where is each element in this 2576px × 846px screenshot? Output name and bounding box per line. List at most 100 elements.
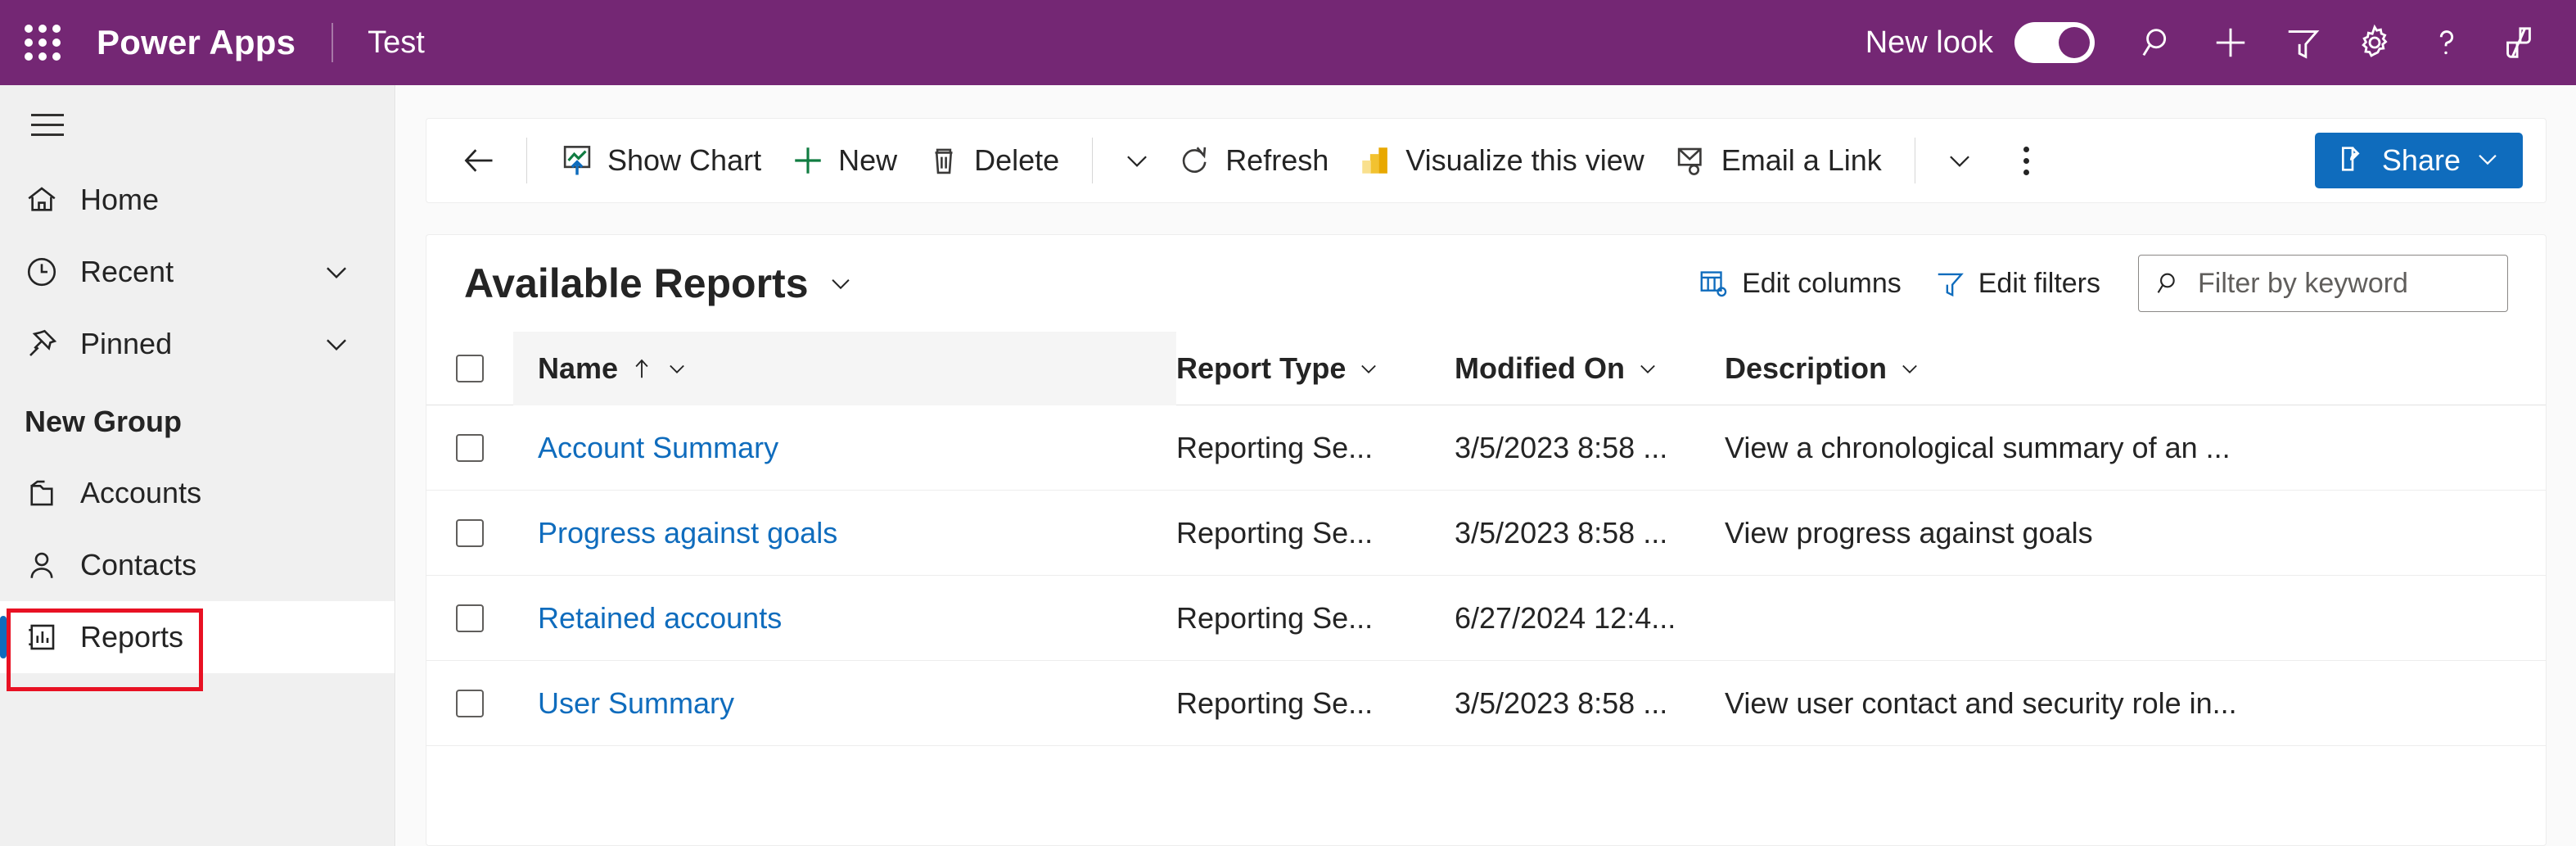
- row-checkbox[interactable]: [456, 434, 484, 462]
- row-checkbox[interactable]: [456, 690, 484, 717]
- sidebar-item-label: Contacts: [80, 548, 196, 582]
- sidebar-item-home[interactable]: Home: [0, 164, 395, 236]
- show-chart-button[interactable]: Show Chart: [545, 129, 776, 192]
- chevron-down-icon[interactable]: [321, 256, 352, 287]
- chevron-down-icon: [665, 357, 688, 380]
- help-button[interactable]: [2411, 7, 2483, 79]
- visualize-this-view-button[interactable]: Visualize this view: [1343, 129, 1658, 192]
- column-header-report-type[interactable]: Report Type: [1176, 332, 1455, 405]
- show-chart-label: Show Chart: [607, 143, 761, 178]
- cell-modified-on: 3/5/2023 8:58 ...: [1455, 431, 1725, 465]
- chevron-down-icon: [1121, 145, 1153, 176]
- command-divider: [526, 138, 527, 183]
- delete-button[interactable]: Delete: [912, 129, 1074, 192]
- sidebar-item-pinned[interactable]: Pinned: [0, 308, 395, 380]
- delete-overflow-chevron[interactable]: [1111, 132, 1163, 189]
- sidebar-item-label: Recent: [80, 255, 174, 289]
- report-name-link[interactable]: User Summary: [538, 686, 734, 720]
- search-input[interactable]: Filter by keyword: [2138, 255, 2508, 312]
- list-toolbar-actions: Edit columns Edit filters: [1681, 254, 2508, 313]
- sidebar-item-contacts[interactable]: Contacts: [0, 529, 395, 601]
- cell-report-type: Reporting Se...: [1176, 516, 1455, 550]
- report-name-link[interactable]: Account Summary: [538, 431, 778, 464]
- new-button[interactable]: New: [776, 129, 912, 192]
- hamburger-menu-button[interactable]: [8, 85, 87, 164]
- row-checkbox[interactable]: [456, 519, 484, 547]
- edit-columns-icon: [1698, 268, 1729, 299]
- edit-columns-button[interactable]: Edit columns: [1681, 254, 1918, 313]
- select-all-cell: [426, 355, 513, 382]
- sidebar-group-heading: New Group: [0, 380, 395, 457]
- command-divider: [1092, 138, 1093, 183]
- back-button[interactable]: [449, 131, 508, 190]
- app-header: Power Apps Test New look: [0, 0, 2576, 85]
- cell-name: Progress against goals: [513, 516, 1176, 550]
- waffle-menu-button[interactable]: [0, 0, 85, 85]
- table-row[interactable]: User Summary Reporting Se... 3/5/2023 8:…: [426, 661, 2546, 746]
- row-select-cell: [426, 604, 513, 632]
- app-name[interactable]: Test: [368, 25, 425, 61]
- grid-header-row: Name: [426, 332, 2546, 405]
- cell-modified-on: 3/5/2023 8:58 ...: [1455, 686, 1725, 721]
- report-name-link[interactable]: Retained accounts: [538, 601, 782, 635]
- view-selector[interactable]: Available Reports: [464, 260, 855, 307]
- header-actions: New look: [1865, 0, 2576, 85]
- reports-chart-icon: [25, 620, 69, 654]
- show-chart-icon: [560, 143, 594, 178]
- row-checkbox[interactable]: [456, 604, 484, 632]
- description-value: View progress against goals: [1725, 516, 2093, 550]
- search-button[interactable]: [2123, 7, 2195, 79]
- brand-name[interactable]: Power Apps: [97, 23, 295, 62]
- select-all-checkbox[interactable]: [456, 355, 484, 382]
- modified-on-value: 6/27/2024 12:4...: [1455, 601, 1676, 635]
- clock-icon: [25, 255, 69, 289]
- email-a-link-label: Email a Link: [1721, 143, 1882, 178]
- sidebar: Home Recent Pinned New Group: [0, 85, 395, 846]
- table-row[interactable]: Retained accounts Reporting Se... 6/27/2…: [426, 576, 2546, 661]
- row-select-cell: [426, 690, 513, 717]
- plus-icon: [791, 143, 825, 178]
- sidebar-item-recent[interactable]: Recent: [0, 236, 395, 308]
- arrow-left-icon: [461, 143, 497, 179]
- chevron-down-icon: [1944, 145, 1975, 176]
- more-commands-button[interactable]: [2001, 132, 2053, 189]
- new-look-toggle[interactable]: [2014, 22, 2095, 63]
- share-button[interactable]: Share: [2315, 133, 2523, 188]
- table-row[interactable]: Progress against goals Reporting Se... 3…: [426, 491, 2546, 576]
- column-header-name[interactable]: Name: [513, 332, 1176, 405]
- modified-on-value: 3/5/2023 8:58 ...: [1455, 516, 1667, 550]
- list-card: Available Reports Ed: [426, 234, 2547, 846]
- email-overflow-chevron[interactable]: [1933, 132, 1986, 189]
- column-header-label: Description: [1725, 351, 1887, 386]
- modified-on-value: 3/5/2023 8:58 ...: [1455, 431, 1667, 464]
- command-bar: Show Chart New Delete: [426, 118, 2547, 203]
- edit-filters-button[interactable]: Edit filters: [1918, 254, 2117, 313]
- cell-modified-on: 3/5/2023 8:58 ...: [1455, 516, 1725, 550]
- cell-description: View a chronological summary of an ...: [1725, 431, 2546, 465]
- chevron-down-icon[interactable]: [321, 328, 352, 360]
- column-header-modified-on[interactable]: Modified On: [1455, 332, 1725, 405]
- help-icon: [2428, 24, 2465, 61]
- new-record-button[interactable]: [2195, 7, 2267, 79]
- report-name-link[interactable]: Progress against goals: [538, 516, 837, 550]
- cell-name: User Summary: [513, 686, 1176, 721]
- cell-report-type: Reporting Se...: [1176, 601, 1455, 636]
- sort-ascending-icon: [629, 356, 654, 381]
- trash-icon: [927, 143, 961, 178]
- waffle-icon: [25, 25, 61, 61]
- settings-button[interactable]: [2339, 7, 2411, 79]
- cell-report-type: Reporting Se...: [1176, 431, 1455, 465]
- email-a-link-button[interactable]: Email a Link: [1659, 129, 1897, 192]
- filter-button[interactable]: [2267, 7, 2339, 79]
- sidebar-item-reports[interactable]: Reports: [0, 601, 395, 673]
- refresh-button[interactable]: Refresh: [1163, 129, 1343, 192]
- sidebar-item-accounts[interactable]: Accounts: [0, 457, 395, 529]
- filter-icon: [2284, 24, 2321, 61]
- feedback-button[interactable]: [2483, 7, 2555, 79]
- column-header-description[interactable]: Description: [1725, 332, 2546, 405]
- table-row[interactable]: Account Summary Reporting Se... 3/5/2023…: [426, 405, 2546, 491]
- header-divider: [332, 23, 333, 62]
- report-type-value: Reporting Se...: [1176, 686, 1373, 720]
- main-content: Show Chart New Delete: [396, 85, 2576, 846]
- email-link-icon: [1674, 143, 1708, 178]
